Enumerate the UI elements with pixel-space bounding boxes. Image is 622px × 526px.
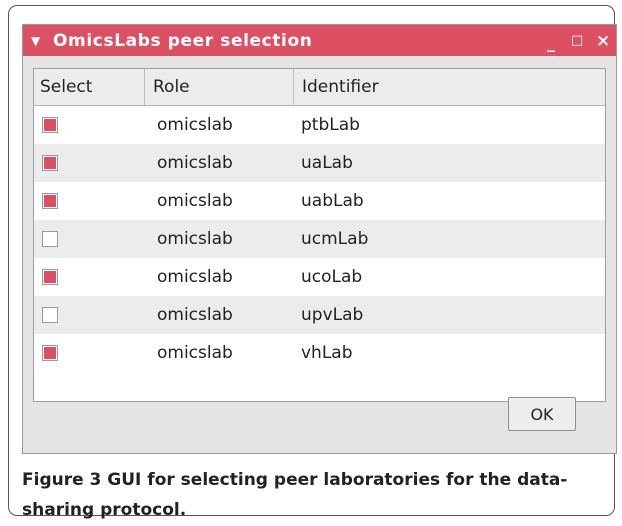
select-checkbox[interactable] <box>42 345 58 361</box>
select-checkbox[interactable] <box>42 307 58 323</box>
table-body: omicslab ptbLab omicslab uaLab omicslab uabLa… <box>34 106 605 372</box>
table-row[interactable]: omicslab ucoLab <box>34 258 605 296</box>
role-cell: omicslab <box>157 191 233 211</box>
identifier-cell: ucmLab <box>301 229 369 249</box>
role-cell: omicslab <box>157 343 233 363</box>
role-cell: omicslab <box>157 153 233 173</box>
role-cell: omicslab <box>157 115 233 135</box>
caption-text: GUI for selecting peer laboratories for … <box>22 470 568 520</box>
triangle-down-icon[interactable]: ▼ <box>31 35 51 47</box>
select-cell <box>34 106 145 144</box>
close-icon[interactable]: × <box>596 31 610 51</box>
select-checkbox[interactable] <box>42 231 58 247</box>
identifier-cell: upvLab <box>301 305 364 325</box>
role-cell: omicslab <box>157 229 233 249</box>
select-checkbox[interactable] <box>42 155 58 171</box>
identifier-cell: uaLab <box>301 153 353 173</box>
table-row[interactable]: omicslab ucmLab <box>34 220 605 258</box>
select-checkbox[interactable] <box>42 269 58 285</box>
table-row[interactable]: omicslab upvLab <box>34 296 605 334</box>
table-header: Select Role Identifier <box>34 69 605 106</box>
minimize-icon[interactable]: _ <box>544 29 558 52</box>
role-cell: omicslab <box>157 305 233 325</box>
maximize-icon[interactable]: □ <box>570 33 584 48</box>
select-cell <box>34 258 145 296</box>
checkbox-mark <box>44 271 56 283</box>
window-controls: _ □ × <box>544 25 610 56</box>
identifier-cell: ptbLab <box>301 115 360 135</box>
select-cell <box>34 334 145 372</box>
select-cell <box>34 144 145 182</box>
peer-table: Select Role Identifier omicslab ptbLab omi… <box>33 68 606 402</box>
select-checkbox[interactable] <box>42 117 58 133</box>
identifier-cell: uabLab <box>301 191 364 211</box>
identifier-cell: ucoLab <box>301 267 363 287</box>
caption-label: Figure 3 <box>22 470 102 490</box>
table-row[interactable]: omicslab uaLab <box>34 144 605 182</box>
checkbox-mark <box>44 347 56 359</box>
column-header-select[interactable]: Select <box>34 69 145 105</box>
figure-caption: Figure 3 GUI for selecting peer laborato… <box>22 465 612 525</box>
select-cell <box>34 296 145 334</box>
column-header-role[interactable]: Role <box>145 69 294 105</box>
table-row[interactable]: omicslab vhLab <box>34 334 605 372</box>
table-row[interactable]: omicslab ptbLab <box>34 106 605 144</box>
dialog-window: ▼ OmicsLabs peer selection _ □ × Select … <box>22 24 617 454</box>
checkbox-mark <box>44 157 56 169</box>
column-header-identifier[interactable]: Identifier <box>294 69 605 105</box>
ok-button[interactable]: OK <box>508 397 576 431</box>
title-bar[interactable]: ▼ OmicsLabs peer selection _ □ × <box>23 25 616 56</box>
checkbox-mark <box>44 195 56 207</box>
checkbox-mark <box>44 119 56 131</box>
select-cell <box>34 220 145 258</box>
select-checkbox[interactable] <box>42 193 58 209</box>
window-title: OmicsLabs peer selection <box>53 30 313 51</box>
identifier-cell: vhLab <box>301 343 353 363</box>
table-row[interactable]: omicslab uabLab <box>34 182 605 220</box>
role-cell: omicslab <box>157 267 233 287</box>
select-cell <box>34 182 145 220</box>
